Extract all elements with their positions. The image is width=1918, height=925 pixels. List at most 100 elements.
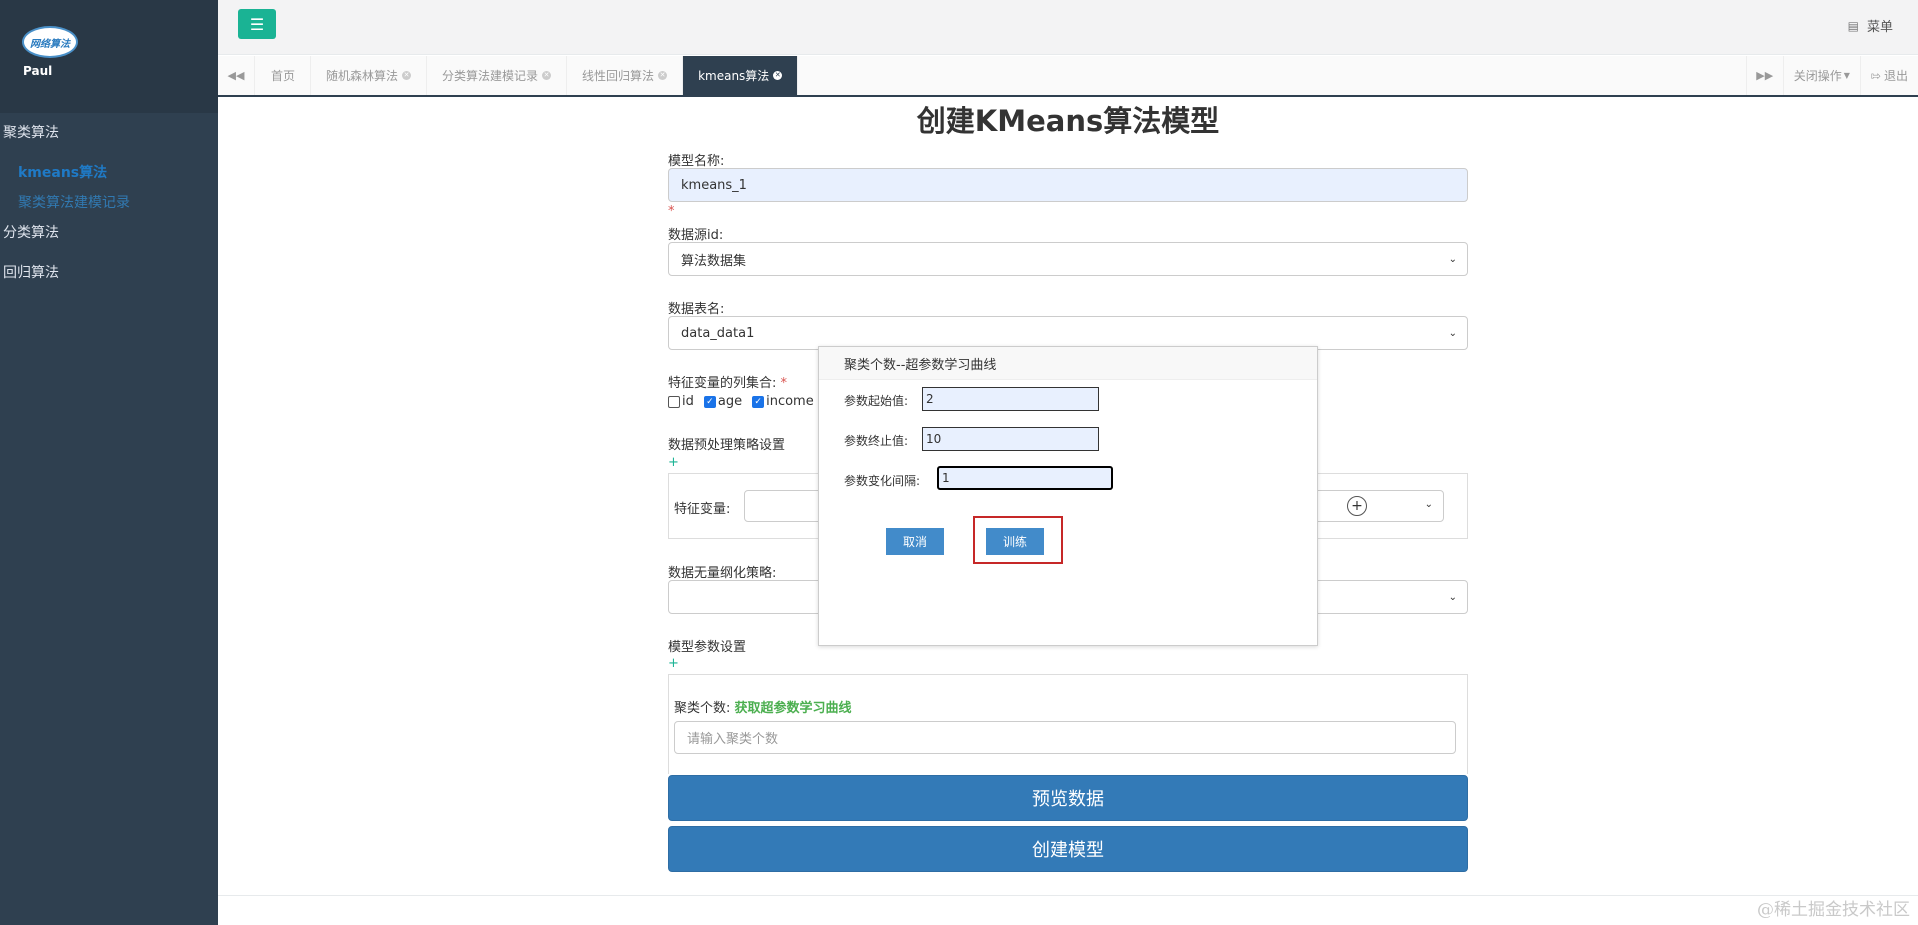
sidebar-header: 网络算法 Paul <box>0 0 218 113</box>
step-value-input[interactable]: 1 <box>937 466 1113 490</box>
page-title: 创建KMeans算法模型 <box>916 104 1220 138</box>
logo: 网络算法 <box>22 26 78 58</box>
tabs: 首页 随机森林算法 ✕ 分类算法建模记录 ✕ 线性回归算法 ✕ kmeans算法… <box>256 56 799 95</box>
end-value-input[interactable]: 10 <box>922 427 1099 451</box>
preprocess-label: 数据预处理策略设置 <box>668 438 786 453</box>
add-param-link[interactable]: + <box>668 656 679 671</box>
get-curve-link[interactable]: 获取超参数学习曲线 <box>735 701 852 716</box>
learning-curve-dialog: 聚类个数--超参数学习曲线 参数起始值: 2 参数终止值: 10 参数变化间隔:… <box>818 346 1318 646</box>
model-name-value: kmeans_1 <box>681 177 747 193</box>
logout-icon: ⇰ <box>1870 68 1881 83</box>
close-icon[interactable]: ✕ <box>402 71 412 80</box>
chevron-down-icon: ⌄ <box>1448 327 1457 339</box>
feature-checkboxes: id ✓ age ✓ income <box>668 394 814 409</box>
tab-label: 线性回归算法 <box>582 69 655 83</box>
feature-name: age <box>717 394 743 409</box>
dialog-title: 聚类个数--超参数学习曲线 <box>819 347 1317 380</box>
clusters-label: 聚类个数: <box>674 701 731 716</box>
start-value: 2 <box>926 392 934 406</box>
sidebar-group-regression[interactable]: 回归算法 <box>0 262 59 282</box>
tabs-scroll-left-button[interactable]: ◀◀ <box>218 56 255 95</box>
start-value-label: 参数起始值: <box>844 394 909 408</box>
sidebar-group-classification[interactable]: 分类算法 <box>0 222 59 242</box>
caret-down-icon: ▼ <box>1843 71 1850 80</box>
checkbox[interactable]: ✓ <box>703 395 716 408</box>
feature-option-age[interactable]: ✓ age <box>703 394 743 409</box>
datasource-value: 算法数据集 <box>681 253 747 269</box>
features-label-text: 特征变量的列集合: <box>668 376 777 391</box>
step-value: 1 <box>942 471 950 485</box>
tab-home[interactable]: 首页 <box>256 56 312 95</box>
feature-option-id[interactable]: id <box>668 394 694 409</box>
required-marker: * <box>668 204 675 219</box>
tab-label: kmeans算法 <box>698 69 770 83</box>
tab-label: 分类算法建模记录 <box>442 69 539 83</box>
table-label: 数据表名: <box>668 302 725 317</box>
step-value-label: 参数变化间隔: <box>844 474 921 488</box>
cancel-button[interactable]: 取消 <box>886 528 944 555</box>
close-operations-dropdown[interactable]: 关闭操作 ▼ <box>1782 56 1860 95</box>
datasource-label: 数据源id: <box>668 228 724 243</box>
clusters-input[interactable]: 请输入聚类个数 <box>674 721 1456 754</box>
features-label: 特征变量的列集合: * <box>668 372 787 391</box>
feature-option-income[interactable]: ✓ income <box>752 394 814 409</box>
close-icon[interactable]: ✕ <box>542 71 552 80</box>
tab-classification-records[interactable]: 分类算法建模记录 ✕ <box>427 56 568 95</box>
logout-button[interactable]: ⇰ 退出 <box>1859 56 1918 95</box>
checkbox[interactable] <box>668 395 680 408</box>
watermark: @稀土掘金技术社区 <box>1757 900 1910 920</box>
double-chevron-left-icon: ◀◀ <box>227 69 245 82</box>
menu-toggle-button[interactable]: ☰ <box>238 9 276 39</box>
model-name-input[interactable]: kmeans_1 <box>668 168 1468 202</box>
start-value-input[interactable]: 2 <box>922 387 1099 411</box>
table-select[interactable]: data_data1 ⌄ <box>668 316 1468 350</box>
chevron-down-icon: ⌄ <box>1424 499 1433 510</box>
tab-label: 首页 <box>271 69 296 83</box>
normalize-label: 数据无量纲化策略: <box>668 566 777 581</box>
sidebar-group-clustering[interactable]: 聚类算法 <box>0 122 59 142</box>
menu-button[interactable]: ▤ 菜单 <box>1847 16 1893 36</box>
params-label: 模型参数设置 <box>668 640 747 655</box>
tabs-right-actions: ▶▶ 关闭操作 ▼ ⇰ 退出 <box>1745 56 1918 95</box>
sidebar: 网络算法 Paul 聚类算法 kmeans算法 聚类算法建模记录 分类算法 回归… <box>0 0 218 925</box>
train-button[interactable]: 训练 <box>986 528 1044 555</box>
tab-label: 随机森林算法 <box>326 69 399 83</box>
add-preprocess-link[interactable]: + <box>668 455 679 470</box>
feature-name: id <box>682 394 694 409</box>
params-box: 聚类个数: 获取超参数学习曲线 请输入聚类个数 <box>668 674 1468 774</box>
preview-data-button[interactable]: 预览数据 <box>668 775 1468 821</box>
clusters-placeholder: 请输入聚类个数 <box>687 732 779 747</box>
checkbox[interactable]: ✓ <box>752 395 765 408</box>
tab-linear-regression[interactable]: 线性回归算法 ✕ <box>567 56 684 95</box>
close-operations-label: 关闭操作 <box>1793 69 1842 83</box>
tabs-scroll-right-button[interactable]: ▶▶ <box>1745 56 1783 95</box>
close-icon[interactable]: ✕ <box>773 71 783 80</box>
end-value-label: 参数终止值: <box>844 434 909 448</box>
list-icon: ▤ <box>1847 18 1859 33</box>
menu-label: 菜单 <box>1866 20 1893 35</box>
chevron-down-icon: ⌄ <box>1448 253 1457 265</box>
logo-text: 网络算法 <box>30 38 70 50</box>
feature-name: income <box>766 394 814 409</box>
footer-divider <box>218 895 1918 896</box>
close-icon[interactable]: ✕ <box>658 71 668 80</box>
tabs-bar: ◀◀ 首页 随机森林算法 ✕ 分类算法建模记录 ✕ 线性回归算法 ✕ kmean… <box>218 56 1918 97</box>
add-row-icon[interactable]: + <box>1347 496 1367 516</box>
create-model-button[interactable]: 创建模型 <box>668 826 1468 872</box>
tab-random-forest[interactable]: 随机森林算法 ✕ <box>311 56 428 95</box>
end-value: 10 <box>926 432 942 446</box>
sidebar-item-clustering-records[interactable]: 聚类算法建模记录 <box>18 192 130 212</box>
clusters-label-row: 聚类个数: 获取超参数学习曲线 <box>674 697 852 716</box>
required-marker: * <box>780 376 788 391</box>
feature-var-label: 特征变量: <box>674 502 731 517</box>
username[interactable]: Paul <box>23 64 52 78</box>
table-value: data_data1 <box>681 325 755 341</box>
hamburger-icon: ☰ <box>249 14 265 34</box>
topbar: ☰ ▤ 菜单 <box>218 0 1918 55</box>
logout-label: 退出 <box>1883 69 1908 83</box>
chevron-down-icon: ⌄ <box>1448 591 1457 603</box>
datasource-select[interactable]: 算法数据集 ⌄ <box>668 242 1468 276</box>
sidebar-item-kmeans[interactable]: kmeans算法 <box>18 162 107 182</box>
double-chevron-right-icon: ▶▶ <box>1756 69 1774 82</box>
tab-kmeans[interactable]: kmeans算法 ✕ <box>683 56 799 95</box>
